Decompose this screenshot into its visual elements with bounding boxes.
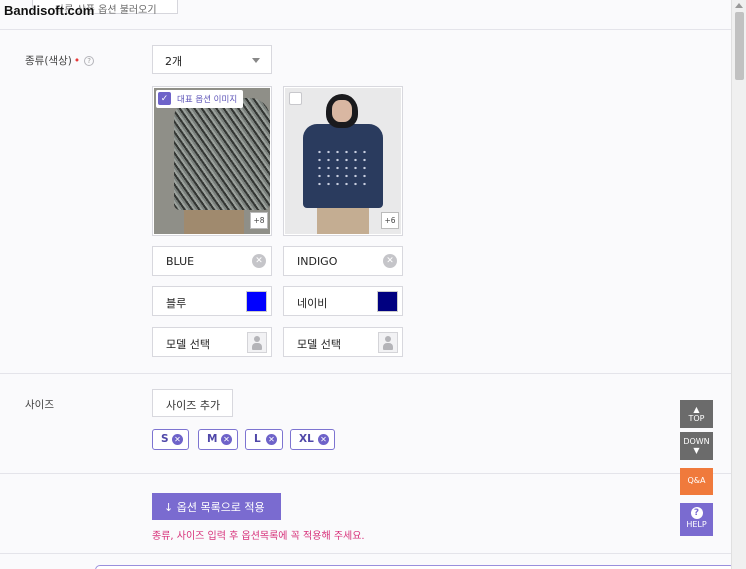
representative-checkbox-1[interactable]: ✓ [158,92,171,105]
scrollbar-thumb[interactable] [735,12,744,80]
image-count-badge-1[interactable]: +8 [250,212,268,229]
option-name-input-2[interactable]: INDIGO ✕ [283,246,403,276]
apply-to-option-list-button[interactable]: ↓ 옵션 목록으로 적용 [152,493,281,520]
help-label: HELP [686,520,707,529]
watermark-text: Bandisoft.com [4,3,95,18]
color-swatch-1[interactable] [246,291,267,312]
size-label: 사이즈 [25,399,54,411]
remove-icon[interactable]: ✕ [318,434,329,445]
size-chip-m[interactable]: M ✕ [198,429,238,450]
option-image-card-1[interactable]: 대표 옵션 이미지 ✓ +8 [152,86,272,236]
size-chip-label: M [207,433,218,445]
model-select-1[interactable]: 모델 선택 [152,327,272,357]
scroll-top-button[interactable]: ▲ TOP [680,400,713,428]
divider [0,553,731,554]
chevron-down-icon [252,58,260,63]
color-swatch-2[interactable] [377,291,398,312]
scroll-down-label: DOWN [683,437,710,446]
color-label: 종류(색상) •? [25,53,95,68]
size-chip-xl[interactable]: XL ✕ [290,429,335,450]
scroll-top-label: TOP [688,414,705,423]
remove-icon[interactable]: ✕ [221,434,232,445]
model-select-label-1: 모델 선택 [166,338,210,351]
clear-icon[interactable]: ✕ [383,254,397,268]
option-name-value-2: INDIGO [297,255,338,268]
divider [0,473,731,474]
qa-button[interactable]: Q&A [680,468,713,495]
scroll-up-arrow-icon[interactable] [735,3,743,8]
remove-icon[interactable]: ✕ [266,434,277,445]
option-name-value-1: BLUE [166,255,195,268]
required-mark: • [73,55,81,67]
option-count-value: 2개 [165,55,183,68]
remove-icon[interactable]: ✕ [172,434,183,445]
representative-checkbox-2[interactable] [289,92,302,105]
vertical-scrollbar[interactable] [731,0,746,569]
apply-hint-text: 종류, 사이즈 입력 후 옵션목록에 꼭 적용해 주세요. [152,531,365,542]
divider [0,373,731,374]
help-button[interactable]: ? HELP [680,503,713,536]
up-arrow-icon: ▲ [693,405,700,414]
model-person-icon[interactable] [378,332,398,353]
size-chip-label: L [254,433,261,445]
add-size-button[interactable]: 사이즈 추가 [152,389,233,417]
clear-icon[interactable]: ✕ [252,254,266,268]
color-name-value-2: 네이비 [297,297,328,310]
size-chip-label: S [161,433,169,445]
option-name-input-1[interactable]: BLUE ✕ [152,246,272,276]
down-arrow-icon: ▼ [693,446,700,455]
color-name-input-2[interactable]: 네이비 [283,286,403,316]
color-name-input-1[interactable]: 블루 [152,286,272,316]
size-chip-label: XL [299,433,314,445]
color-name-value-1: 블루 [166,297,187,310]
color-label-text: 종류(색상) [25,55,72,67]
size-chip-l[interactable]: L ✕ [245,429,283,450]
help-icon[interactable]: ? [84,56,95,66]
image-count-badge-2[interactable]: +6 [381,212,399,229]
option-count-select[interactable]: 2개 [152,45,272,74]
model-person-icon[interactable] [247,332,267,353]
divider [0,29,731,30]
size-chip-s[interactable]: S ✕ [152,429,189,450]
model-select-2[interactable]: 모델 선택 [283,327,403,357]
scroll-down-button[interactable]: DOWN ▼ [680,432,713,460]
bottom-action-bar[interactable] [95,565,735,569]
option-panel: 다른 상품 옵션 불러오기 종류(색상) •? 2개 대표 옵션 이미지 ✓ +8… [0,0,735,569]
model-select-label-2: 모델 선택 [297,338,341,351]
question-icon: ? [690,507,703,519]
option-image-card-2[interactable]: +6 [283,86,403,236]
